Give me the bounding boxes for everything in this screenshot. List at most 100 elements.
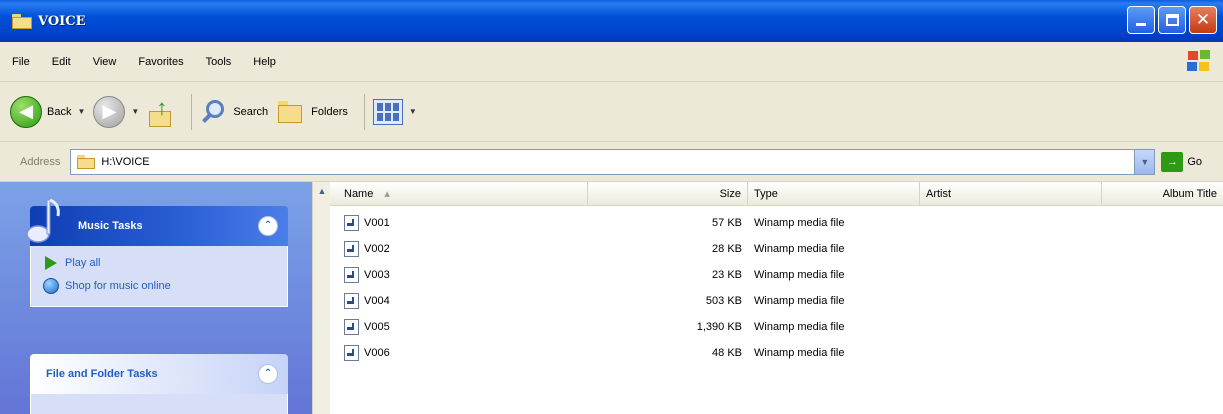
file-name: V001 — [364, 217, 390, 229]
go-label: Go — [1187, 155, 1203, 168]
up-button[interactable]: ↑ — [147, 96, 175, 127]
folders-icon — [276, 99, 306, 125]
views-button[interactable]: ▼ — [372, 98, 417, 125]
file-row[interactable]: V002 28 KB Winamp media file — [330, 236, 1223, 262]
menu-help[interactable]: Help — [253, 56, 276, 68]
menu-favorites[interactable]: Favorites — [138, 56, 183, 68]
file-name: V003 — [364, 269, 390, 281]
play-all-label: Play all — [65, 257, 101, 269]
back-dropdown-icon[interactable]: ▼ — [77, 107, 85, 116]
column-size[interactable]: Size — [588, 182, 748, 206]
forward-button[interactable]: ▶ ▼ — [93, 95, 139, 128]
file-row[interactable]: V005 1,390 KB Winamp media file — [330, 314, 1223, 340]
close-button[interactable]: ✕ — [1189, 6, 1217, 34]
play-all-link[interactable]: Play all — [43, 256, 275, 270]
menu-edit[interactable]: Edit — [52, 56, 71, 68]
menu-view[interactable]: View — [93, 56, 117, 68]
file-name: V005 — [364, 321, 390, 333]
menu-tools[interactable]: Tools — [206, 56, 232, 68]
file-size: 1,390 KB — [696, 321, 742, 333]
maximize-icon — [1166, 14, 1179, 26]
file-size: 48 KB — [712, 347, 742, 359]
globe-icon — [43, 278, 59, 294]
folders-label: Folders — [311, 105, 348, 118]
music-tasks-body: Play all Shop for music online — [30, 246, 288, 307]
task-pane-scrollbar[interactable]: ▲ — [312, 182, 330, 414]
close-icon: ✕ — [1195, 10, 1211, 29]
shop-music-label: Shop for music online — [65, 280, 171, 292]
file-size: 503 KB — [705, 295, 742, 307]
minimize-icon — [1136, 23, 1146, 26]
forward-dropdown-icon[interactable]: ▼ — [131, 107, 139, 116]
column-type-label: Type — [754, 188, 778, 200]
music-note-icon — [26, 198, 60, 243]
address-dropdown-icon[interactable]: ▼ — [1134, 149, 1155, 174]
file-row[interactable]: V003 23 KB Winamp media file — [330, 262, 1223, 288]
collapse-chevron-icon[interactable]: ⌃ — [258, 216, 278, 236]
column-size-label: Size — [719, 188, 741, 200]
search-button[interactable]: Search — [200, 98, 268, 126]
collapse-chevron-icon[interactable]: ⌃ — [258, 364, 278, 384]
menu-file[interactable]: File — [12, 56, 30, 68]
music-tasks-header[interactable]: Music Tasks ⌃ — [26, 198, 288, 246]
media-file-icon — [344, 293, 359, 309]
maximize-button[interactable] — [1158, 6, 1186, 34]
column-name[interactable]: Name ▴ — [330, 182, 588, 206]
search-label: Search — [233, 105, 269, 118]
file-list: Name ▴ Size Type Artist Album Title V001… — [330, 182, 1223, 414]
music-tasks-title: Music Tasks — [78, 220, 143, 232]
toolbar-divider — [191, 93, 193, 130]
search-icon — [200, 98, 228, 126]
file-folder-tasks-body — [30, 394, 288, 414]
file-row[interactable]: V006 48 KB Winamp media file — [330, 340, 1223, 366]
views-icon — [372, 98, 403, 125]
file-type: Winamp media file — [754, 269, 845, 281]
window-title: VOICE — [38, 13, 86, 29]
address-path: H:\VOICE — [101, 155, 150, 168]
address-bar: Address H:\VOICE ▼ → Go — [0, 142, 1223, 182]
file-size: 57 KB — [712, 217, 742, 229]
folder-icon — [12, 13, 32, 29]
column-album-title-label: Album Title — [1162, 188, 1217, 200]
media-file-icon — [344, 215, 359, 231]
toolbar-divider — [363, 93, 365, 130]
windows-logo-icon — [1187, 50, 1211, 72]
play-icon — [45, 256, 57, 270]
file-type: Winamp media file — [754, 321, 845, 333]
column-artist-label: Artist — [926, 188, 952, 200]
go-arrow-icon: → — [1161, 151, 1184, 172]
media-file-icon — [344, 345, 359, 361]
folders-button[interactable]: Folders — [276, 99, 348, 125]
shop-music-link[interactable]: Shop for music online — [43, 278, 275, 294]
folder-up-icon: ↑ — [147, 96, 175, 127]
views-dropdown-icon[interactable]: ▼ — [409, 107, 417, 116]
back-arrow-icon: ◀ — [10, 95, 42, 128]
media-file-icon — [344, 267, 359, 283]
column-header-row: Name ▴ Size Type Artist Album Title — [330, 182, 1223, 206]
file-type: Winamp media file — [754, 295, 845, 307]
address-input[interactable]: H:\VOICE ▼ — [70, 148, 1156, 175]
minimize-button[interactable] — [1127, 6, 1155, 34]
file-type: Winamp media file — [754, 347, 845, 359]
music-tasks-panel: Music Tasks ⌃ Play all Shop for music on… — [26, 198, 288, 307]
back-label: Back — [47, 105, 72, 118]
title-bar[interactable]: VOICE ✕ — [0, 0, 1223, 42]
column-album-title[interactable]: Album Title — [1102, 182, 1223, 206]
file-row[interactable]: V004 503 KB Winamp media file — [330, 288, 1223, 314]
file-folder-tasks-title: File and Folder Tasks — [46, 368, 158, 380]
task-pane: Music Tasks ⌃ Play all Shop for music on… — [0, 182, 312, 414]
file-type: Winamp media file — [754, 243, 845, 255]
file-size: 28 KB — [712, 243, 742, 255]
column-artist[interactable]: Artist — [920, 182, 1102, 206]
file-folder-tasks-header[interactable]: File and Folder Tasks ⌃ — [30, 354, 288, 394]
back-button[interactable]: ◀ Back ▼ — [10, 95, 85, 128]
folder-icon — [77, 154, 96, 169]
sort-ascending-icon: ▴ — [384, 188, 390, 200]
file-folder-tasks-panel: File and Folder Tasks ⌃ — [30, 354, 288, 414]
column-type[interactable]: Type — [748, 182, 920, 206]
media-file-icon — [344, 241, 359, 257]
scroll-up-icon[interactable]: ▲ — [315, 184, 329, 198]
file-row[interactable]: V001 57 KB Winamp media file — [330, 210, 1223, 236]
go-button[interactable]: → Go — [1161, 151, 1203, 172]
media-file-icon — [344, 319, 359, 335]
